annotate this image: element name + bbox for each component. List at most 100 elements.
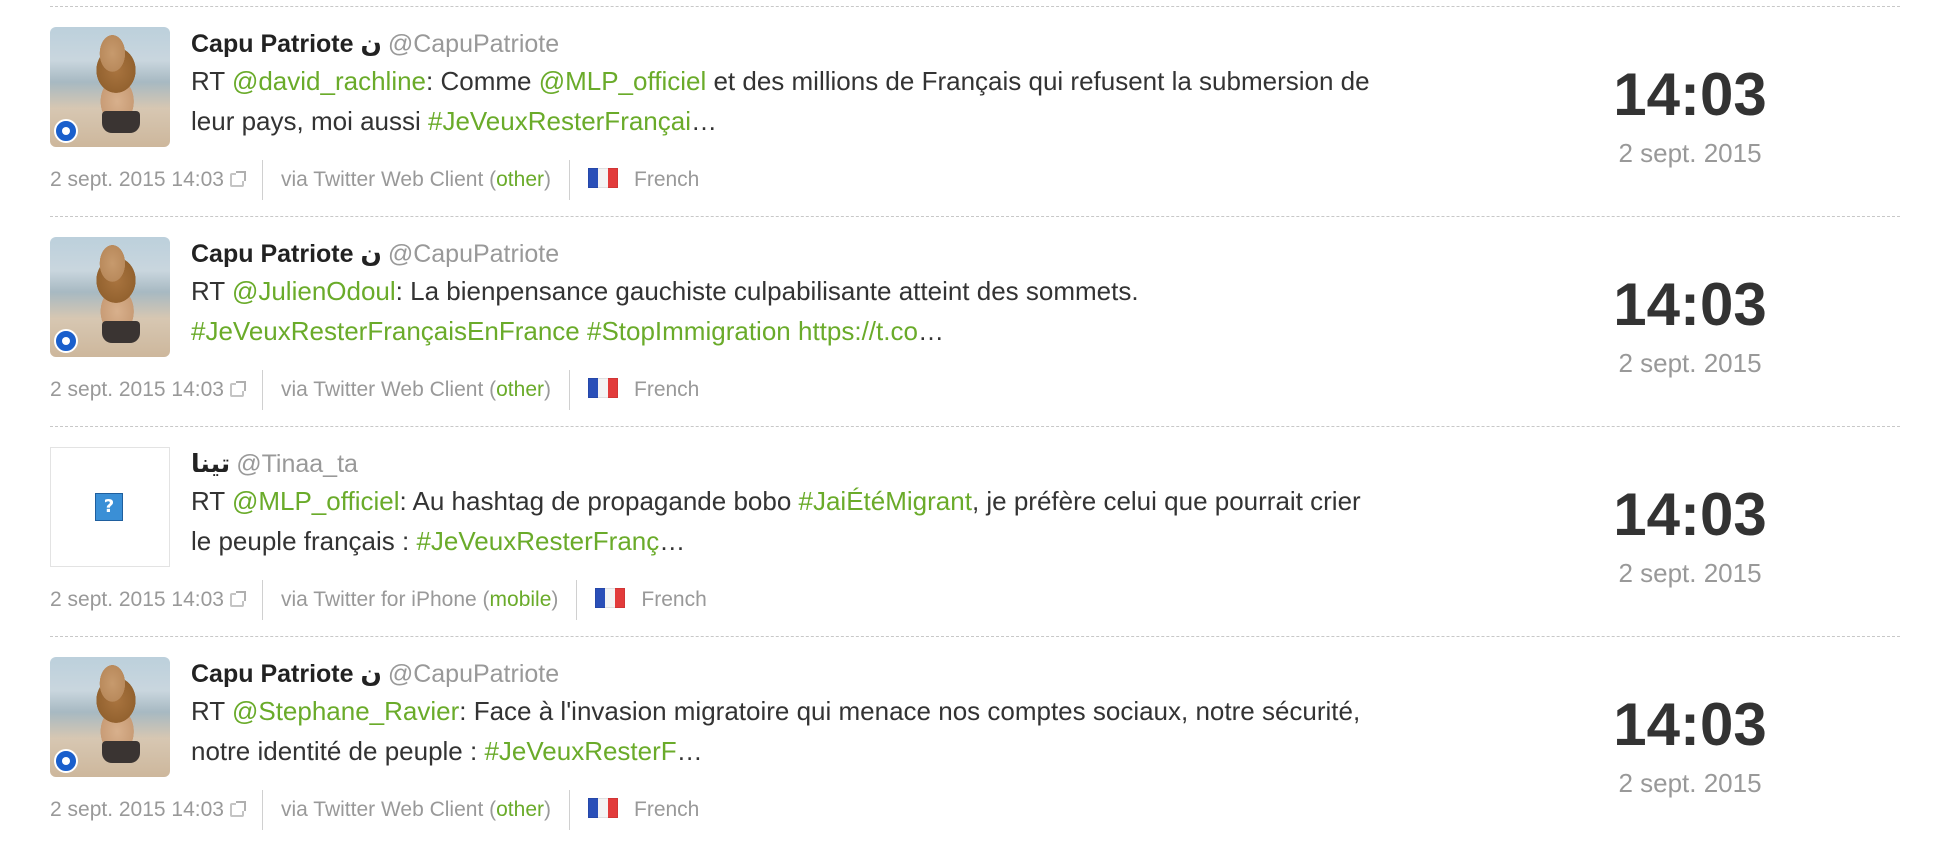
language-label: French bbox=[634, 168, 700, 191]
tweet-meta: 2 sept. 2015 14:03 via Twitter Web Client… bbox=[50, 790, 699, 830]
timestamp: 2 sept. 2015 14:03 bbox=[50, 588, 224, 611]
avatar[interactable] bbox=[50, 237, 170, 357]
tweet-body: تينا @Tinaa_ta RT @MLP_officiel: Au hashta… bbox=[191, 447, 1371, 561]
author-handle[interactable]: @Tinaa_ta bbox=[236, 450, 358, 478]
mention-link[interactable]: @MLP_officiel bbox=[539, 66, 707, 96]
author-name[interactable]: Capu Patriote ن bbox=[191, 30, 382, 58]
mention-link[interactable]: @JulienOdoul bbox=[232, 276, 396, 306]
via-suffix: ) bbox=[544, 378, 551, 401]
via-prefix: via Twitter for iPhone ( bbox=[280, 588, 490, 611]
tweet-text-segment bbox=[791, 316, 798, 346]
tweet-date: 2 sept. 2015 bbox=[1618, 558, 1762, 588]
hashtag-link[interactable]: #JeVeuxResterFranç bbox=[416, 526, 659, 556]
tweet-body: Capu Patriote ن @CapuPatriote RT @david_ra… bbox=[191, 27, 1371, 141]
tweet-text: RT @JulienOdoul: La bienpensance gauchis… bbox=[191, 271, 1371, 351]
url-link[interactable]: https://t.co bbox=[798, 316, 918, 346]
tweet-meta: 2 sept. 2015 14:03 via Twitter Web Client… bbox=[50, 160, 699, 200]
tweet-time: 14:03 bbox=[1613, 481, 1767, 548]
hashtag-link[interactable]: #JeVeuxResterF bbox=[484, 736, 676, 766]
tweet-time: 14:03 bbox=[1613, 691, 1767, 758]
language-label: French bbox=[634, 378, 700, 401]
tweet-text-segment bbox=[580, 316, 587, 346]
via-prefix: via Twitter Web Client ( bbox=[280, 378, 497, 401]
source-kind-link[interactable]: mobile bbox=[490, 588, 552, 611]
tweet-text-segment: : Comme bbox=[426, 66, 539, 96]
tweet-text-segment: … bbox=[676, 736, 703, 766]
via-source: via Twitter for iPhone (mobile) bbox=[281, 582, 558, 618]
divider bbox=[261, 160, 263, 200]
tweet-time: 14:03 bbox=[1613, 271, 1767, 338]
hashtag-link[interactable]: #JeVeuxResterFrançai bbox=[428, 106, 691, 136]
tweet-text: RT @Stephane_Ravier: Face à l'invasion m… bbox=[191, 691, 1371, 771]
via-suffix: ) bbox=[544, 798, 551, 821]
source-kind-link[interactable]: other bbox=[496, 798, 544, 821]
avatar-photo-detail bbox=[102, 111, 140, 133]
external-link-icon bbox=[229, 381, 246, 397]
author-handle[interactable]: @CapuPatriote bbox=[388, 30, 559, 58]
tweet-item[interactable]: Capu Patriote ن @CapuPatriote RT @david_ra… bbox=[50, 6, 1900, 215]
tweet-item[interactable]: ? تينا @Tinaa_ta RT @MLP_officiel: Au hasht… bbox=[50, 426, 1900, 635]
avatar[interactable] bbox=[50, 27, 170, 147]
external-link-icon bbox=[229, 591, 246, 607]
tweet-author: Capu Patriote ن @CapuPatriote bbox=[191, 237, 1371, 271]
avatar[interactable] bbox=[50, 657, 170, 777]
tweet-text-segment: RT bbox=[191, 66, 232, 96]
mention-link[interactable]: @MLP_officiel bbox=[232, 486, 400, 516]
language-indicator: French bbox=[588, 792, 699, 828]
timestamp-link[interactable]: 2 sept. 2015 14:03 bbox=[50, 582, 246, 618]
mention-link[interactable]: @david_rachline bbox=[232, 66, 426, 96]
france-flag-icon bbox=[595, 588, 626, 609]
language-label: French bbox=[641, 588, 707, 611]
tweet-text-segment: … bbox=[659, 526, 686, 556]
tweet-author: Capu Patriote ن @CapuPatriote bbox=[191, 657, 1371, 691]
tweet-meta: 2 sept. 2015 14:03 via Twitter Web Client… bbox=[50, 370, 699, 410]
question-mark-icon: ? bbox=[95, 493, 123, 521]
hashtag-link[interactable]: #StopImmigration bbox=[587, 316, 791, 346]
author-name[interactable]: Capu Patriote ن bbox=[191, 240, 382, 268]
author-name[interactable]: Capu Patriote ن bbox=[191, 660, 382, 688]
divider bbox=[576, 580, 578, 620]
tweet-text-segment: … bbox=[917, 316, 944, 346]
tweet-meta: 2 sept. 2015 14:03 via Twitter for iPhone… bbox=[50, 580, 707, 620]
avatar-photo-detail bbox=[102, 741, 140, 763]
via-source: via Twitter Web Client (other) bbox=[281, 792, 551, 828]
author-handle[interactable]: @CapuPatriote bbox=[388, 660, 559, 688]
mention-link[interactable]: @Stephane_Ravier bbox=[232, 696, 459, 726]
author-handle[interactable]: @CapuPatriote bbox=[388, 240, 559, 268]
language-indicator: French bbox=[595, 582, 707, 618]
avatar-photo-detail bbox=[102, 321, 140, 343]
divider bbox=[261, 580, 263, 620]
timestamp-link[interactable]: 2 sept. 2015 14:03 bbox=[50, 372, 246, 408]
tweet-body: Capu Patriote ن @CapuPatriote RT @Stephane… bbox=[191, 657, 1371, 771]
author-name[interactable]: تينا bbox=[191, 450, 230, 478]
language-label: French bbox=[634, 798, 700, 821]
badge-icon bbox=[54, 329, 78, 353]
tweet-date: 2 sept. 2015 bbox=[1618, 138, 1762, 168]
tweet-item[interactable]: Capu Patriote ن @CapuPatriote RT @Stephane… bbox=[50, 636, 1900, 845]
tweet-body: Capu Patriote ن @CapuPatriote RT @JulienOd… bbox=[191, 237, 1371, 351]
divider bbox=[569, 370, 570, 410]
timestamp-link[interactable]: 2 sept. 2015 14:03 bbox=[50, 792, 246, 828]
hashtag-link[interactable]: #JaiÉtéMigrant bbox=[799, 486, 972, 516]
tweet-text-segment: : La bienpensance gauchiste culpabilisan… bbox=[395, 276, 1139, 306]
divider bbox=[569, 160, 570, 200]
via-prefix: via Twitter Web Client ( bbox=[280, 798, 497, 821]
timestamp: 2 sept. 2015 14:03 bbox=[50, 378, 224, 401]
via-suffix: ) bbox=[551, 588, 559, 611]
language-indicator: French bbox=[588, 372, 699, 408]
hashtag-link[interactable]: #JeVeuxResterFrançaisEnFrance bbox=[191, 316, 580, 346]
tweet-date: 2 sept. 2015 bbox=[1618, 768, 1762, 798]
avatar[interactable]: ? bbox=[50, 447, 170, 567]
external-link-icon bbox=[229, 801, 246, 817]
badge-icon bbox=[54, 119, 78, 143]
tweet-text-segment: RT bbox=[191, 486, 232, 516]
divider bbox=[261, 790, 263, 830]
tweet-text: RT @david_rachline: Comme @MLP_officiel … bbox=[191, 61, 1371, 141]
via-prefix: via Twitter Web Client ( bbox=[280, 168, 497, 191]
source-kind-link[interactable]: other bbox=[496, 168, 544, 191]
tweet-item[interactable]: Capu Patriote ن @CapuPatriote RT @JulienOd… bbox=[50, 216, 1900, 425]
tweet-date: 2 sept. 2015 bbox=[1618, 348, 1762, 378]
timestamp-link[interactable]: 2 sept. 2015 14:03 bbox=[50, 162, 246, 198]
source-kind-link[interactable]: other bbox=[496, 378, 544, 401]
france-flag-icon bbox=[588, 798, 618, 819]
